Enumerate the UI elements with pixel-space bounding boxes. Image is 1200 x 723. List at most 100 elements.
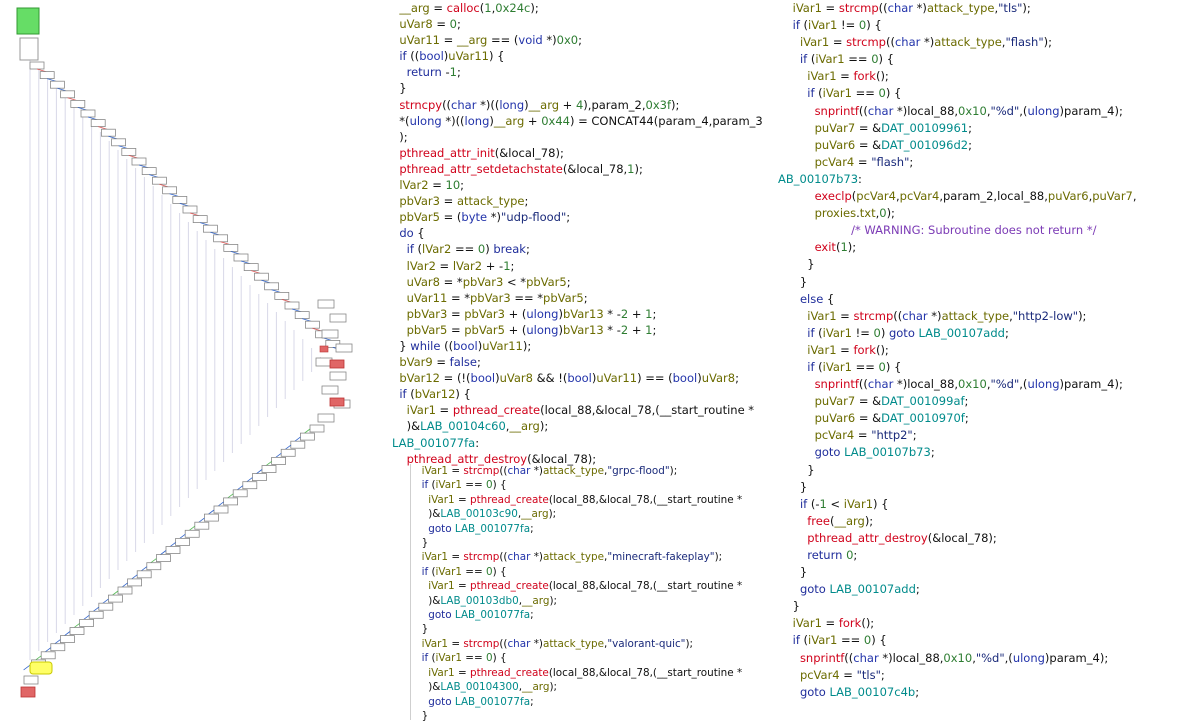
graph-node xyxy=(284,301,300,310)
sub-code-line[interactable]: iVar1 = pthread_create(local_88,&local_7… xyxy=(415,666,785,680)
right-code-line[interactable]: pcVar4 = "flash"; xyxy=(778,154,1198,171)
graph-node xyxy=(184,529,200,538)
right-code-line[interactable]: free(__arg); xyxy=(778,513,1198,530)
right-code-line[interactable]: /* WARNING: Subroutine does not return *… xyxy=(778,222,1198,239)
sub-code-line[interactable]: } xyxy=(415,536,785,550)
decompiled-code-main[interactable]: __arg = calloc(1,0x24c); uVar8 = 0; uVar… xyxy=(392,0,774,467)
main-code-line[interactable]: pbVar3 = attack_type; xyxy=(392,193,774,209)
sub-code-line[interactable]: if (iVar1 == 0) { xyxy=(415,478,785,492)
right-code-line[interactable]: iVar1 = fork(); xyxy=(778,342,1198,359)
right-code-line[interactable]: iVar1 = fork(); xyxy=(778,68,1198,85)
main-code-line[interactable]: if (bVar12) { xyxy=(392,386,774,402)
sub-code-line[interactable]: )&LAB_00104300,__arg); xyxy=(415,680,785,694)
right-code-line[interactable]: AB_00107b73: xyxy=(778,171,1198,188)
right-code-line[interactable]: if (iVar1 != 0) { xyxy=(778,17,1198,34)
right-code-line[interactable]: } xyxy=(778,479,1198,496)
sub-code-line[interactable]: iVar1 = strcmp((char *)attack_type,"mine… xyxy=(415,550,785,564)
right-code-line[interactable]: if (iVar1 != 0) goto LAB_00107add; xyxy=(778,325,1198,342)
right-code-line[interactable]: snprintf((char *)local_88,0x10,"%d",(ulo… xyxy=(778,376,1198,393)
main-code-line[interactable]: uVar8 = *pbVar3 < *pbVar5; xyxy=(392,274,774,290)
main-code-line[interactable]: uVar11 = *pbVar3 == *pbVar5; xyxy=(392,290,774,306)
main-code-line[interactable]: if ((bool)uVar11) { xyxy=(392,48,774,64)
right-code-line[interactable]: if (iVar1 == 0) { xyxy=(778,359,1198,376)
right-code-line[interactable]: exit(1); xyxy=(778,239,1198,256)
right-code-line[interactable]: iVar1 = strcmp((char *)attack_type,"tls"… xyxy=(778,0,1198,17)
right-code-line[interactable]: } xyxy=(778,274,1198,291)
sub-code-line[interactable]: iVar1 = strcmp((char *)attack_type,"valo… xyxy=(415,637,785,651)
main-code-line[interactable]: strncpy((char *)((long)__arg + 4),param_… xyxy=(392,97,774,113)
graph-exit-node xyxy=(329,359,345,369)
right-code-line[interactable]: iVar1 = strcmp((char *)attack_type,"flas… xyxy=(778,34,1198,51)
sub-code-line[interactable]: if (iVar1 == 0) { xyxy=(415,565,785,579)
right-code-line[interactable]: if (iVar1 == 0) { xyxy=(778,85,1198,102)
sub-code-line[interactable]: iVar1 = strcmp((char *)attack_type,"grpc… xyxy=(415,464,785,478)
graph-node xyxy=(39,71,55,79)
main-code-line[interactable]: iVar1 = pthread_create(local_88,&local_7… xyxy=(392,402,774,418)
right-code-line[interactable]: if (iVar1 == 0) { xyxy=(778,632,1198,649)
right-code-line[interactable]: puVar7 = &DAT_00109961; xyxy=(778,120,1198,137)
main-code-line[interactable]: *(ulong *)((long)__arg + 0x44) = CONCAT4… xyxy=(392,113,774,129)
sub-code-line[interactable]: goto LAB_001077fa; xyxy=(415,695,785,709)
graph-node xyxy=(70,100,86,108)
decompiled-code-fork-exec[interactable]: iVar1 = strcmp((char *)attack_type,"tls"… xyxy=(778,0,1198,701)
right-code-line[interactable]: if (iVar1 == 0) { xyxy=(778,51,1198,68)
right-code-line[interactable]: snprintf((char *)local_88,0x10,"%d",(ulo… xyxy=(778,650,1198,667)
sub-code-line[interactable]: goto LAB_001077fa; xyxy=(415,522,785,536)
right-code-line[interactable]: puVar6 = &DAT_001096d2; xyxy=(778,137,1198,154)
right-code-line[interactable]: return 0; xyxy=(778,547,1198,564)
sub-code-line[interactable]: iVar1 = pthread_create(local_88,&local_7… xyxy=(415,493,785,507)
graph-node xyxy=(192,215,208,224)
right-code-line[interactable]: if (-1 < iVar1) { xyxy=(778,496,1198,513)
main-code-line[interactable]: pbVar3 = pbVar3 + (ulong)bVar13 * -2 + 1… xyxy=(392,306,774,322)
main-code-line[interactable]: if (lVar2 == 0) break; xyxy=(392,241,774,257)
right-code-line[interactable]: pcVar4 = "http2"; xyxy=(778,427,1198,444)
right-code-line[interactable]: iVar1 = fork(); xyxy=(778,615,1198,632)
sub-code-line[interactable]: )&LAB_00103db0,__arg); xyxy=(415,594,785,608)
graph-node xyxy=(321,329,339,339)
sub-code-line[interactable]: if (iVar1 == 0) { xyxy=(415,651,785,665)
main-code-line[interactable]: __arg = calloc(1,0x24c); xyxy=(392,0,774,16)
right-code-line[interactable]: goto LAB_00107add; xyxy=(778,581,1198,598)
main-code-line[interactable]: } while ((bool)uVar11); xyxy=(392,338,774,354)
function-graph-panel[interactable] xyxy=(0,0,382,720)
main-code-line[interactable]: return -1; xyxy=(392,64,774,80)
right-code-line[interactable]: goto LAB_00107b73; xyxy=(778,444,1198,461)
main-code-line[interactable]: bVar12 = (!(bool)uVar8 && !(bool)uVar11)… xyxy=(392,370,774,386)
right-code-line[interactable]: snprintf((char *)local_88,0x10,"%d",(ulo… xyxy=(778,103,1198,120)
main-code-line[interactable]: do { xyxy=(392,225,774,241)
main-code-line[interactable]: pbVar5 = (byte *)"udp-flood"; xyxy=(392,209,774,225)
right-code-line[interactable]: execlp(pcVar4,pcVar4,param_2,local_88,pu… xyxy=(778,188,1198,205)
sub-code-line[interactable]: iVar1 = pthread_create(local_88,&local_7… xyxy=(415,579,785,593)
main-code-line[interactable]: pthread_attr_setdetachstate(&local_78,1)… xyxy=(392,161,774,177)
main-code-line[interactable]: pthread_attr_init(&local_78); xyxy=(392,145,774,161)
right-code-line[interactable]: } xyxy=(778,564,1198,581)
right-code-line[interactable]: puVar7 = &DAT_001099af; xyxy=(778,393,1198,410)
sub-code-line[interactable]: } xyxy=(415,622,785,636)
main-code-line[interactable]: uVar8 = 0; xyxy=(392,16,774,32)
right-code-line[interactable]: } xyxy=(778,256,1198,273)
right-code-line[interactable]: pcVar4 = "tls"; xyxy=(778,667,1198,684)
right-code-line[interactable]: else { xyxy=(778,291,1198,308)
right-code-line[interactable]: goto LAB_00107c4b; xyxy=(778,684,1198,701)
right-code-line[interactable]: } xyxy=(778,462,1198,479)
right-code-line[interactable]: puVar6 = &DAT_0010970f; xyxy=(778,410,1198,427)
main-code-line[interactable]: pbVar5 = pbVar5 + (ulong)bVar13 * -2 + 1… xyxy=(392,322,774,338)
main-code-line[interactable]: LAB_001077fa: xyxy=(392,435,774,451)
main-code-line[interactable]: lVar2 = lVar2 + -1; xyxy=(392,258,774,274)
main-code-line[interactable]: bVar9 = false; xyxy=(392,354,774,370)
main-code-line[interactable]: uVar11 = __arg == (void *)0x0; xyxy=(392,32,774,48)
sub-code-line[interactable]: goto LAB_001077fa; xyxy=(415,608,785,622)
main-code-line[interactable]: )&LAB_00104c60,__arg); xyxy=(392,418,774,434)
sub-code-line[interactable]: } xyxy=(415,709,785,723)
right-code-line[interactable]: iVar1 = strcmp((char *)attack_type,"http… xyxy=(778,308,1198,325)
sub-code-line[interactable]: )&LAB_00103c90,__arg); xyxy=(415,507,785,521)
right-code-line[interactable]: proxies.txt,0); xyxy=(778,205,1198,222)
decompiled-code-attack-dispatch[interactable]: iVar1 = strcmp((char *)attack_type,"grpc… xyxy=(410,464,785,723)
main-code-line[interactable]: lVar2 = 10; xyxy=(392,177,774,193)
right-code-line[interactable]: } xyxy=(778,598,1198,615)
right-code-line[interactable]: pthread_attr_destroy(&local_78); xyxy=(778,530,1198,547)
main-code-line[interactable]: ); xyxy=(392,129,774,145)
graph-node xyxy=(264,282,280,291)
main-code-line[interactable]: } xyxy=(392,80,774,96)
function-graph-canvas[interactable] xyxy=(0,0,382,720)
